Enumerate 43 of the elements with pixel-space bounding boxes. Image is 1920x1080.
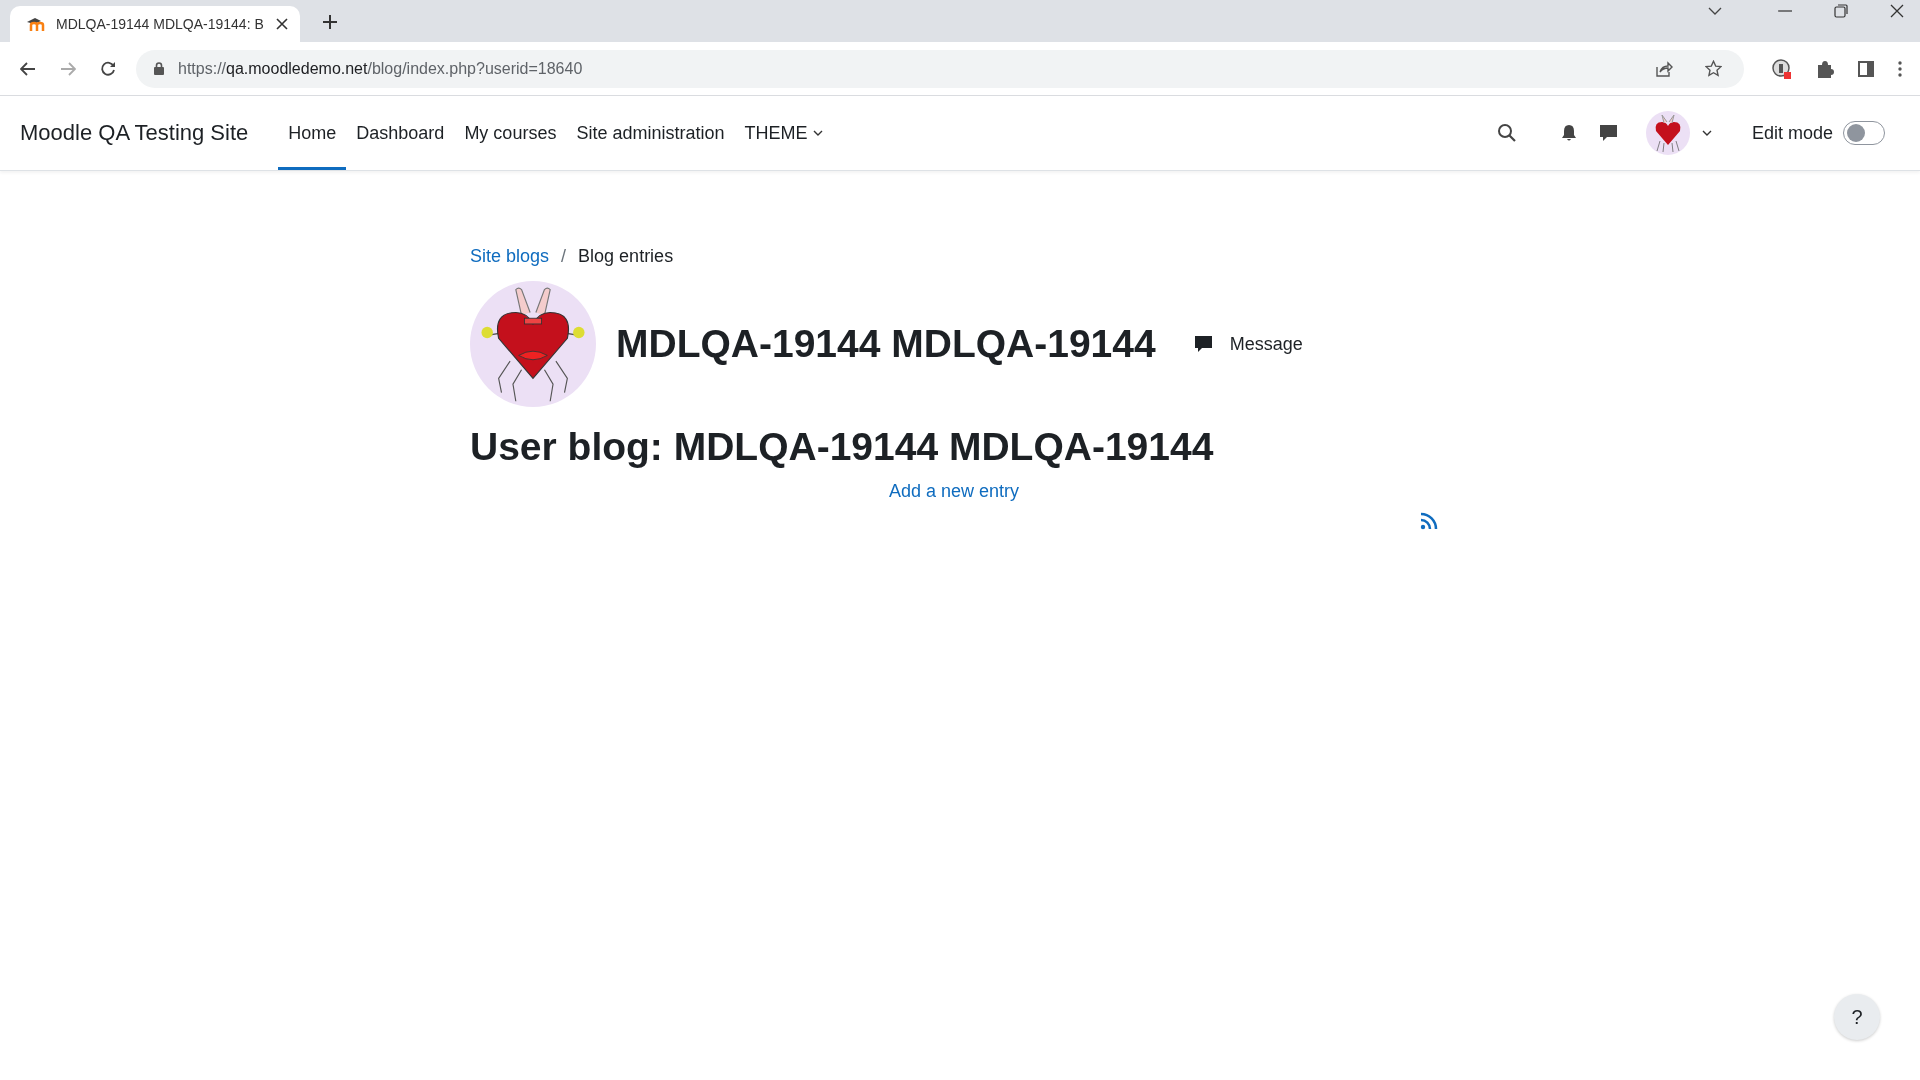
close-icon[interactable] xyxy=(1890,4,1904,18)
restore-icon[interactable] xyxy=(1834,4,1848,18)
nav-link[interactable]: Dashboard xyxy=(346,99,455,170)
nav-link[interactable]: My courses xyxy=(454,99,567,170)
breadcrumb-current: Blog entries xyxy=(578,246,674,267)
bell-icon[interactable] xyxy=(1560,124,1577,142)
reload-icon[interactable] xyxy=(100,60,116,77)
caret-icon[interactable] xyxy=(1701,130,1712,136)
url-text: https://qa.moodledemo.net/blog/index.php?userid=18640 xyxy=(178,59,583,78)
search-icon[interactable] xyxy=(1496,123,1517,143)
chevron-down-icon[interactable] xyxy=(1708,7,1722,15)
edit-mode-label: Edit mode xyxy=(1751,122,1833,144)
side-panel-icon[interactable] xyxy=(1858,60,1874,77)
user-name: MDLQA-19144 MDLQA-19144 xyxy=(616,322,1156,366)
message-link[interactable]: Message xyxy=(1193,333,1303,355)
close-icon[interactable] xyxy=(276,18,288,30)
avatar-icon[interactable] xyxy=(1645,111,1690,155)
browser-tab[interactable]: MDLQA-19144 MDLQA-19144: B xyxy=(10,6,300,42)
chat-icon[interactable] xyxy=(1598,124,1618,142)
nav-link[interactable]: Site administration xyxy=(566,99,735,170)
moodle-logo-icon xyxy=(26,16,46,32)
puzzle-icon[interactable] xyxy=(1816,59,1834,78)
rss-icon[interactable] xyxy=(1420,512,1438,530)
caret-icon xyxy=(813,130,824,136)
breadcrumb-separator: / xyxy=(561,246,567,267)
edit-mode-toggle[interactable] xyxy=(1843,121,1885,145)
add-entry-link[interactable]: Add a new entry xyxy=(888,481,1020,501)
plus-icon[interactable] xyxy=(322,14,338,30)
nav-link[interactable]: Home xyxy=(278,99,347,170)
share-icon[interactable] xyxy=(1655,60,1673,77)
chat-icon xyxy=(1193,335,1213,353)
back-arrow-icon[interactable] xyxy=(20,61,36,76)
star-icon[interactable] xyxy=(1705,60,1722,77)
address-bar[interactable]: https://qa.moodledemo.net/blog/index.php?userid=18640 xyxy=(136,49,1744,88)
help-button[interactable]: ? xyxy=(1834,994,1880,1040)
nav-dropdown[interactable]: THEME xyxy=(734,99,834,170)
site-name[interactable]: Moodle QA Testing Site xyxy=(20,120,249,146)
more-options-icon[interactable] xyxy=(1898,60,1902,77)
extension-icon[interactable] xyxy=(1772,58,1792,79)
breadcrumb-link[interactable]: Site blogs xyxy=(470,246,550,267)
page-heading: User blog: MDLQA-19144 MDLQA-19144 xyxy=(470,425,1215,469)
lock-icon xyxy=(154,62,164,75)
tab-title: MDLQA-19144 MDLQA-19144: B xyxy=(56,16,265,32)
